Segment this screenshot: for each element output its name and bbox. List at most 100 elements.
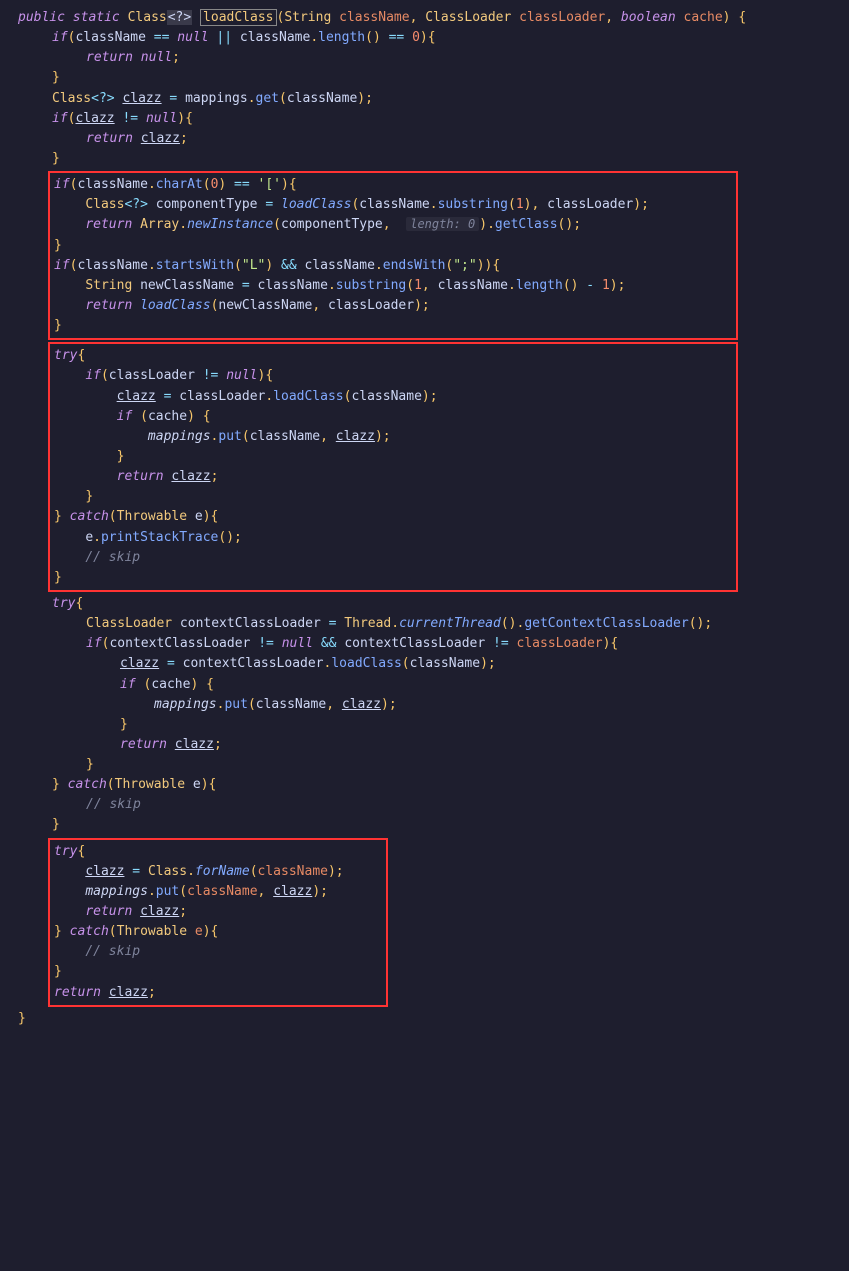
var: contextClassLoader xyxy=(344,636,485,651)
var: clazz xyxy=(122,91,161,106)
call: length xyxy=(516,278,563,293)
var: clazz xyxy=(120,656,159,671)
ccl-decl: ClassLoader contextClassLoader = Thread.… xyxy=(18,614,849,634)
param-type: String xyxy=(284,10,331,25)
op: == xyxy=(154,30,170,45)
skip: // skip xyxy=(54,942,386,962)
var: className xyxy=(250,429,320,444)
call: loadClass xyxy=(331,656,401,671)
var: contextClassLoader xyxy=(183,656,324,671)
call: currentThread xyxy=(399,616,501,631)
brace: } xyxy=(18,149,849,169)
op: == xyxy=(234,177,250,192)
put: mappings.put(className, clazz); xyxy=(54,427,736,447)
kw-if: if xyxy=(120,677,136,692)
ret-null: return null; xyxy=(18,48,849,68)
null: null xyxy=(177,30,208,45)
call: substring xyxy=(336,278,406,293)
var: className xyxy=(77,177,147,192)
num: 1 xyxy=(414,278,422,293)
kw-catch: catch xyxy=(68,777,107,792)
type: Throwable xyxy=(117,509,187,524)
var: classLoader xyxy=(517,636,603,651)
brace: } xyxy=(18,815,849,835)
type: ClassLoader xyxy=(86,616,172,631)
call: get xyxy=(256,91,279,106)
var: mappings xyxy=(185,91,248,106)
param-type: boolean xyxy=(621,10,676,25)
kw-if: if xyxy=(85,368,101,383)
op: = xyxy=(169,91,177,106)
call: put xyxy=(224,697,247,712)
var: cache xyxy=(148,409,187,424)
try: try{ xyxy=(18,594,849,614)
if-null-check: if(className == null || className.length… xyxy=(18,28,849,48)
code-block: public static Class<?> loadClass(String … xyxy=(18,8,849,1029)
var: classLoader xyxy=(328,298,414,313)
brace: } xyxy=(54,447,736,467)
kw-try: try xyxy=(54,844,77,859)
ret: return clazz; xyxy=(54,902,386,922)
if-cache: if (cache) { xyxy=(54,407,736,427)
null: null xyxy=(226,368,257,383)
op: != xyxy=(493,636,509,651)
var: mappings xyxy=(154,697,217,712)
ret-reload: return loadClass(newClassName, classLoad… xyxy=(20,296,736,316)
type: Class xyxy=(52,91,91,106)
type: Class xyxy=(85,197,124,212)
op: = xyxy=(265,197,273,212)
var: clazz xyxy=(117,389,156,404)
op: == xyxy=(389,30,405,45)
kw-return: return xyxy=(86,50,133,65)
null: null xyxy=(282,636,313,651)
call: endsWith xyxy=(383,258,446,273)
ret-final: return clazz; xyxy=(54,983,386,1003)
comment: // skip xyxy=(85,944,140,959)
var: className xyxy=(187,884,257,899)
type: Array xyxy=(140,217,179,232)
num: 1 xyxy=(516,197,524,212)
kw-return: return xyxy=(85,217,132,232)
if-cached: if(clazz != null){ xyxy=(18,109,849,129)
null: null xyxy=(141,50,172,65)
generic: <?> xyxy=(167,10,192,25)
var: componentType xyxy=(156,197,258,212)
inlay-hint: length: 0 xyxy=(406,217,479,231)
var: contextClassLoader xyxy=(180,616,321,631)
var: className xyxy=(305,258,375,273)
kw-return: return xyxy=(85,298,132,313)
var: e xyxy=(85,530,93,545)
param-name: className xyxy=(339,10,409,25)
kw-if: if xyxy=(117,409,133,424)
var: className xyxy=(359,197,429,212)
highlight-box-2: try{ if(classLoader != null){ clazz = cl… xyxy=(48,342,738,592)
var: clazz xyxy=(273,884,312,899)
var: clazz xyxy=(175,737,214,752)
brace: } xyxy=(18,68,849,88)
var: clazz xyxy=(85,864,124,879)
param-name: classLoader xyxy=(519,10,605,25)
op: = xyxy=(167,656,175,671)
forName: clazz = Class.forName(className); xyxy=(54,862,386,882)
call: getClass xyxy=(495,217,558,232)
skip: // skip xyxy=(54,548,736,568)
try: try{ xyxy=(54,346,736,366)
call: newInstance xyxy=(187,217,273,232)
catch: } catch(Throwable e){ xyxy=(54,507,736,527)
brace: } xyxy=(54,316,736,336)
op: != xyxy=(203,368,219,383)
char-lit: '[' xyxy=(258,177,281,192)
kw-return: return xyxy=(54,985,101,1000)
str: ";" xyxy=(453,258,476,273)
type: Throwable xyxy=(117,924,187,939)
op: = xyxy=(132,864,140,879)
op: || xyxy=(216,30,232,45)
skip: // skip xyxy=(18,795,849,815)
brace: } xyxy=(18,715,849,735)
var: clazz xyxy=(141,131,180,146)
comp-type: Class<?> componentType = loadClass(class… xyxy=(20,195,736,215)
generic: <?> xyxy=(124,197,147,212)
ret-array: return Array.newInstance(componentType, … xyxy=(20,215,736,235)
highlight-box-3: try{ clazz = Class.forName(className); m… xyxy=(48,838,388,1007)
op: != xyxy=(258,636,274,651)
